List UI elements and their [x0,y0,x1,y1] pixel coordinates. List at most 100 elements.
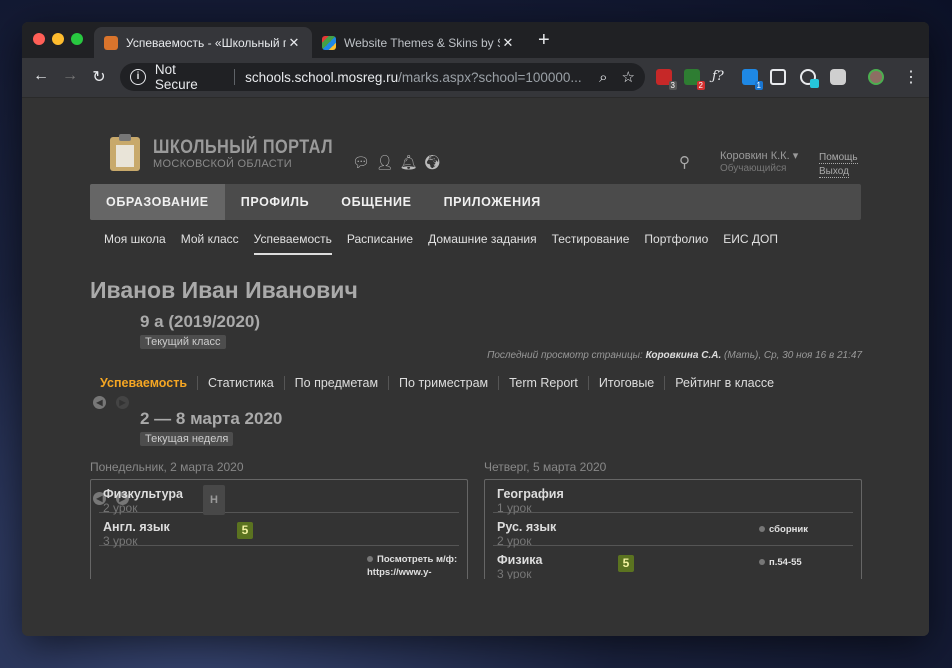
tab-final[interactable]: Итоговые [587,376,664,390]
bullet-icon [759,526,765,533]
main-nav: ОБРАЗОВАНИЕ ПРОФИЛЬ ОБЩЕНИЕ ПРИЛОЖЕНИЯ [90,184,861,220]
tab-title: Website Themes & Skins by Sty [344,35,500,50]
maximize-window-button[interactable] [71,33,83,45]
grade-badge[interactable]: 5 [237,522,253,539]
info-icon[interactable]: i [130,69,146,85]
sub-nav: Моя школа Мой класс Успеваемость Расписа… [104,232,793,255]
stylus-favicon-icon [322,35,336,50]
address-bar[interactable]: i Not Secure schools.school.mosreg.ru /m… [120,62,645,92]
security-label: Not Secure [154,62,198,92]
top-icons: 💬︎ 👤︎ 🔔︎ 🌍︎ [352,154,441,171]
last-view-prefix: Последний просмотр страницы: [487,350,646,361]
abp-icon[interactable]: 3 [656,69,677,90]
subnav-my-school[interactable]: Моя школа [104,232,166,255]
back-arrow-icon[interactable]: ← [30,67,52,85]
homework-note[interactable]: Посмотреть м/ф: https://www.y- [367,553,465,579]
nav-communication[interactable]: ОБЩЕНИЕ [325,184,427,220]
download-icon[interactable]: 2 [684,69,705,90]
subnav-my-class[interactable]: Мой класс [181,232,239,255]
extension-badge: 3 [668,81,677,90]
profile-avatar[interactable] [868,69,884,85]
subnav-homework[interactable]: Домашние задания [428,232,537,255]
portal-subtitle: МОСКОВСКОЙ ОБЛАСТИ [153,158,292,170]
user-icon[interactable]: 👤︎ [376,154,394,171]
url-path: /marks.aspx?school=100000... [398,69,582,85]
tab-marks[interactable]: Успеваемость - «Школьный п ✕ [94,27,312,58]
homework-note[interactable]: сборник [759,524,808,535]
lesson-subject: Физика [497,553,543,567]
tab-close-icon[interactable]: ✕ [500,35,516,51]
week-range: 2 — 8 марта 2020 [140,409,283,428]
screenshot-icon[interactable] [770,69,786,85]
homework-text: п.54-55 [769,557,802,568]
tab-statistics[interactable]: Статистика [197,376,284,390]
search-icon[interactable]: ⚲ [679,153,690,171]
tab-marks-overview[interactable]: Успеваемость [100,376,197,390]
new-tab-button[interactable]: + [538,30,550,50]
lesson-row[interactable]: Англ. язык 3 урок 5 [99,513,459,548]
clipboard-logo-icon[interactable] [110,134,140,171]
subnav-eis-dop[interactable]: ЕИС ДОП [723,232,778,255]
last-view-suffix: (Мать), Ср, 30 ноя 16 в 21:47 [721,350,862,361]
lesson-row[interactable]: Физика 3 урок 5 п.54-55 [493,546,853,579]
fx-icon[interactable]: ƒ? [712,69,728,85]
last-view-info: Последний просмотр страницы: Коровкина С… [487,350,862,361]
tab-by-subject[interactable]: По предметам [283,376,388,390]
nav-education[interactable]: ОБРАЗОВАНИЕ [90,184,225,220]
lesson-row[interactable]: География 1 урок [493,480,853,515]
lesson-subject: Рус. язык [497,520,557,534]
current-week-badge: Текущая неделя [140,432,234,446]
subnav-schedule[interactable]: Расписание [347,232,413,255]
bookmark-star-icon[interactable]: ☆ [622,68,635,86]
tab-class-rating[interactable]: Рейтинг в классе [664,376,784,390]
lesson-row[interactable]: Физкультура 2 урок Н [99,480,459,515]
logout-link[interactable]: Выход [819,166,849,178]
nav-profile[interactable]: ПРОФИЛЬ [225,184,326,220]
browser-window: Успеваемость - «Школьный п ✕ Website The… [22,22,929,636]
student-name: Иванов Иван Иванович [90,277,358,303]
marks-tabs: Успеваемость Статистика По предметам По … [100,376,784,390]
url-host: schools.school.mosreg.ru [245,69,399,85]
stylus-icon[interactable] [800,69,819,88]
class-name: 9 а (2019/2020) [140,312,261,331]
skype-icon[interactable]: 1 [742,69,763,90]
forward-arrow-icon[interactable]: → [59,67,81,85]
prev-class-icon[interactable]: ◀ [93,396,106,409]
browser-toolbar: ← → ↻ i Not Secure schools.school.mosreg… [22,58,929,98]
grade-badge[interactable]: 5 [618,555,634,572]
subnav-testing[interactable]: Тестирование [552,232,630,255]
nav-apps[interactable]: ПРИЛОЖЕНИЯ [428,184,557,220]
bell-icon[interactable]: 🔔︎ [400,154,418,171]
menu-kebab-icon[interactable]: ⋮ [900,67,922,87]
lesson-row[interactable]: Посмотреть м/ф: https://www.y- [99,546,459,579]
homework-note[interactable]: п.54-55 [759,557,802,568]
last-view-name[interactable]: Коровкина С.А. [646,350,722,361]
reload-icon[interactable]: ↻ [88,67,110,87]
day-card-thursday: География 1 урок Рус. язык 2 урок сборни… [484,479,862,579]
web-page: ШКОЛЬНЫЙ ПОРТАЛ МОСКОВСКОЙ ОБЛАСТИ 💬︎ 👤︎… [22,99,929,636]
chevron-down-icon: ▾ [792,150,799,162]
storage-icon[interactable] [830,69,846,85]
tab-term-report[interactable]: Term Report [498,376,588,390]
tab-strip: Успеваемость - «Школьный п ✕ Website The… [22,22,929,58]
bullet-icon [759,559,765,566]
next-class-icon[interactable]: ▶ [116,396,129,409]
tab-by-trimester[interactable]: По триместрам [388,376,498,390]
portal-title[interactable]: ШКОЛЬНЫЙ ПОРТАЛ [153,137,333,159]
subnav-portfolio[interactable]: Портфолио [644,232,708,255]
homework-text: Посмотреть м/ф: https://www.y- [367,554,458,578]
day-card-monday: Физкультура 2 урок Н Англ. язык 3 урок 5… [90,479,468,579]
tab-website-themes[interactable]: Website Themes & Skins by Sty ✕ [312,27,526,58]
zoom-icon[interactable]: ⌕ [599,69,607,86]
lesson-row[interactable]: Рус. язык 2 урок сборник [493,513,853,548]
minimize-window-button[interactable] [52,33,64,45]
user-name-text: Коровкин К.К. [720,150,790,162]
close-window-button[interactable] [33,33,45,45]
help-link[interactable]: Помощь [819,152,858,164]
subnav-marks[interactable]: Успеваемость [253,232,332,255]
user-name[interactable]: Коровкин К.К. ▾ [720,149,798,162]
tab-close-icon[interactable]: ✕ [286,35,302,51]
lesson-number: 3 урок [497,567,532,579]
chat-icon[interactable]: 💬︎ [352,154,370,171]
globe-icon[interactable]: 🌍︎ [423,154,441,171]
